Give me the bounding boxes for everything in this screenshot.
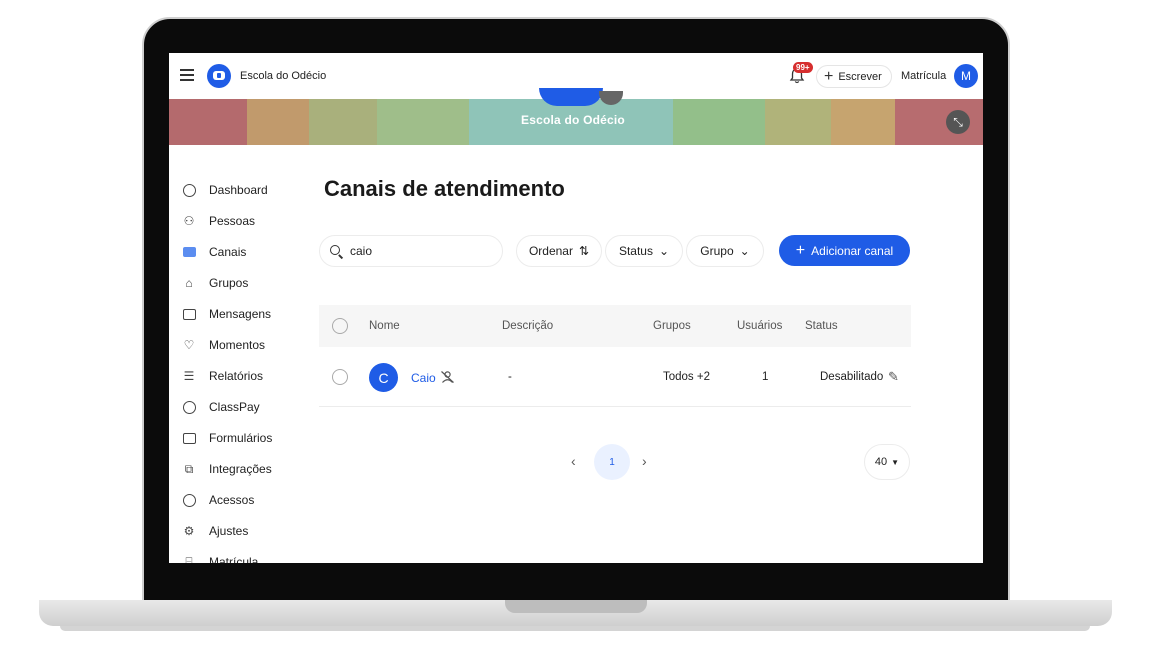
cart-icon: ⌸ (185, 554, 193, 564)
column-header-usuarios[interactable]: Usuários (737, 320, 782, 332)
sidebar-item-relatorios[interactable]: ☰ Relatórios (181, 364, 263, 388)
sidebar-item-dashboard[interactable]: Dashboard (181, 178, 268, 202)
sort-arrows-icon: ⇅ (578, 244, 590, 258)
chat-icon (181, 244, 197, 260)
user-avatar[interactable]: M (954, 64, 978, 88)
heart-icon: ♡ (183, 338, 195, 352)
row-checkbox[interactable] (332, 369, 348, 385)
channel-description: - (508, 371, 512, 383)
chevron-down-icon: ⌄ (658, 244, 670, 258)
coin-icon (181, 399, 197, 415)
caret-down-icon: ▼ (891, 457, 900, 467)
sort-button-label: Ordenar (528, 244, 573, 258)
sidebar-item-label: Dashboard (209, 183, 268, 197)
group-filter-label: Grupo (700, 244, 734, 258)
channel-avatar: C (369, 363, 398, 392)
matricula-link[interactable]: Matrícula (901, 70, 946, 82)
user-off-icon (441, 371, 454, 383)
page-size-dropdown[interactable]: 40 ▼ (864, 444, 910, 480)
search-box[interactable] (319, 235, 503, 267)
sidebar-item-label: Acessos (209, 493, 255, 507)
next-page-icon[interactable]: › (642, 453, 647, 469)
column-header-grupos[interactable]: Grupos (653, 320, 691, 332)
plus-icon: + (795, 241, 806, 259)
previous-page-icon[interactable]: ‹ (571, 453, 576, 469)
sidebar-item-label: Ajustes (209, 524, 249, 538)
sidebar-item-acessos[interactable]: Acessos (181, 488, 254, 512)
graduation-cap-icon: ⌂ (185, 276, 193, 290)
add-channel-button-label: Adicionar canal (811, 243, 894, 258)
channel-users-count: 1 (762, 371, 769, 383)
write-button-label: Escrever (838, 70, 882, 83)
sidebar-item-label: Canais (209, 245, 247, 259)
sidebar-item-label: Mensagens (209, 307, 272, 321)
sidebar-item-formularios[interactable]: Formulários (181, 426, 272, 450)
table-row[interactable]: C Caio - Todos +2 1 Desabilitado ✎ (319, 347, 911, 407)
list-icon: ☰ (183, 369, 195, 383)
sidebar-item-label: ClassPay (209, 400, 260, 414)
sidebar-item-label: Momentos (209, 338, 266, 352)
search-input[interactable] (350, 244, 490, 258)
sidebar-item-pessoas[interactable]: ⚇ Pessoas (181, 209, 255, 233)
globe-icon (181, 492, 197, 508)
gauge-icon (181, 182, 197, 198)
school-logo[interactable] (207, 64, 231, 88)
laptop-shadow (60, 626, 1090, 631)
column-header-nome[interactable]: Nome (369, 320, 400, 332)
column-header-status[interactable]: Status (805, 320, 838, 332)
write-button[interactable]: + Escrever (816, 65, 892, 88)
collapse-icon[interactable]: ⤡ (946, 110, 970, 134)
sidebar-item-integracoes[interactable]: ⧉ Integrações (181, 457, 272, 481)
banner-logo-shape (539, 88, 603, 106)
laptop-notch (505, 600, 647, 613)
chevron-down-icon: ⌄ (739, 244, 750, 258)
hamburger-menu-icon[interactable] (180, 69, 194, 81)
sidebar: Dashboard ⚇ Pessoas Canais ⌂ Grupos Mens… (169, 145, 309, 563)
sort-button[interactable]: Ordenar ⇅ (516, 235, 602, 267)
sidebar-item-label: Integrações (209, 462, 272, 476)
page-size-value: 40 (874, 456, 888, 468)
table-header: Nome Descrição Grupos Usuários Status (319, 305, 911, 347)
form-icon (181, 430, 197, 446)
channel-groups: Todos +2 (663, 371, 710, 383)
sidebar-item-label: Matrícula (209, 555, 259, 563)
sidebar-item-grupos[interactable]: ⌂ Grupos (181, 271, 248, 295)
sidebar-item-label: Grupos (209, 276, 249, 290)
plus-icon: + (824, 67, 834, 85)
banner-title: Escola do Odécio (521, 113, 625, 127)
add-channel-button[interactable]: + Adicionar canal (779, 235, 910, 266)
channel-status: Desabilitado (820, 371, 884, 383)
sidebar-item-label: Relatórios (209, 369, 264, 383)
group-filter-dropdown[interactable]: Grupo ⌄ (686, 235, 764, 267)
edit-pencil-icon[interactable]: ✎ (888, 369, 899, 385)
people-icon: ⚇ (183, 214, 195, 228)
sidebar-item-ajustes[interactable]: ⚙ Ajustes (181, 519, 249, 543)
column-header-descricao[interactable]: Descrição (502, 320, 553, 332)
sidebar-item-classpay[interactable]: ClassPay (181, 395, 260, 419)
sidebar-item-label: Pessoas (209, 214, 256, 228)
sidebar-item-label: Formulários (209, 431, 273, 445)
sidebar-item-mensagens[interactable]: Mensagens (181, 302, 271, 326)
sidebar-item-matricula[interactable]: ⌸ Matrícula (181, 550, 259, 564)
page-number-button[interactable]: 1 (594, 444, 630, 480)
page-title: Canais de atendimento (324, 176, 565, 201)
sidebar-item-canais[interactable]: Canais (181, 240, 246, 264)
select-all-checkbox[interactable] (332, 318, 348, 334)
puzzle-icon: ⧉ (184, 461, 194, 476)
search-icon (330, 245, 342, 257)
gear-icon: ⚙ (183, 524, 195, 538)
status-filter-dropdown[interactable]: Status ⌄ (605, 235, 683, 267)
sidebar-item-momentos[interactable]: ♡ Momentos (181, 333, 265, 357)
notification-badge: 99+ (793, 62, 813, 73)
envelope-icon (181, 306, 197, 322)
channel-name-link[interactable]: Caio (411, 371, 436, 385)
school-name[interactable]: Escola do Odécio (240, 70, 326, 82)
status-filter-label: Status (618, 244, 653, 258)
app-screen: Escola do Odécio 99+ + Escrever Matrícul… (169, 53, 983, 563)
